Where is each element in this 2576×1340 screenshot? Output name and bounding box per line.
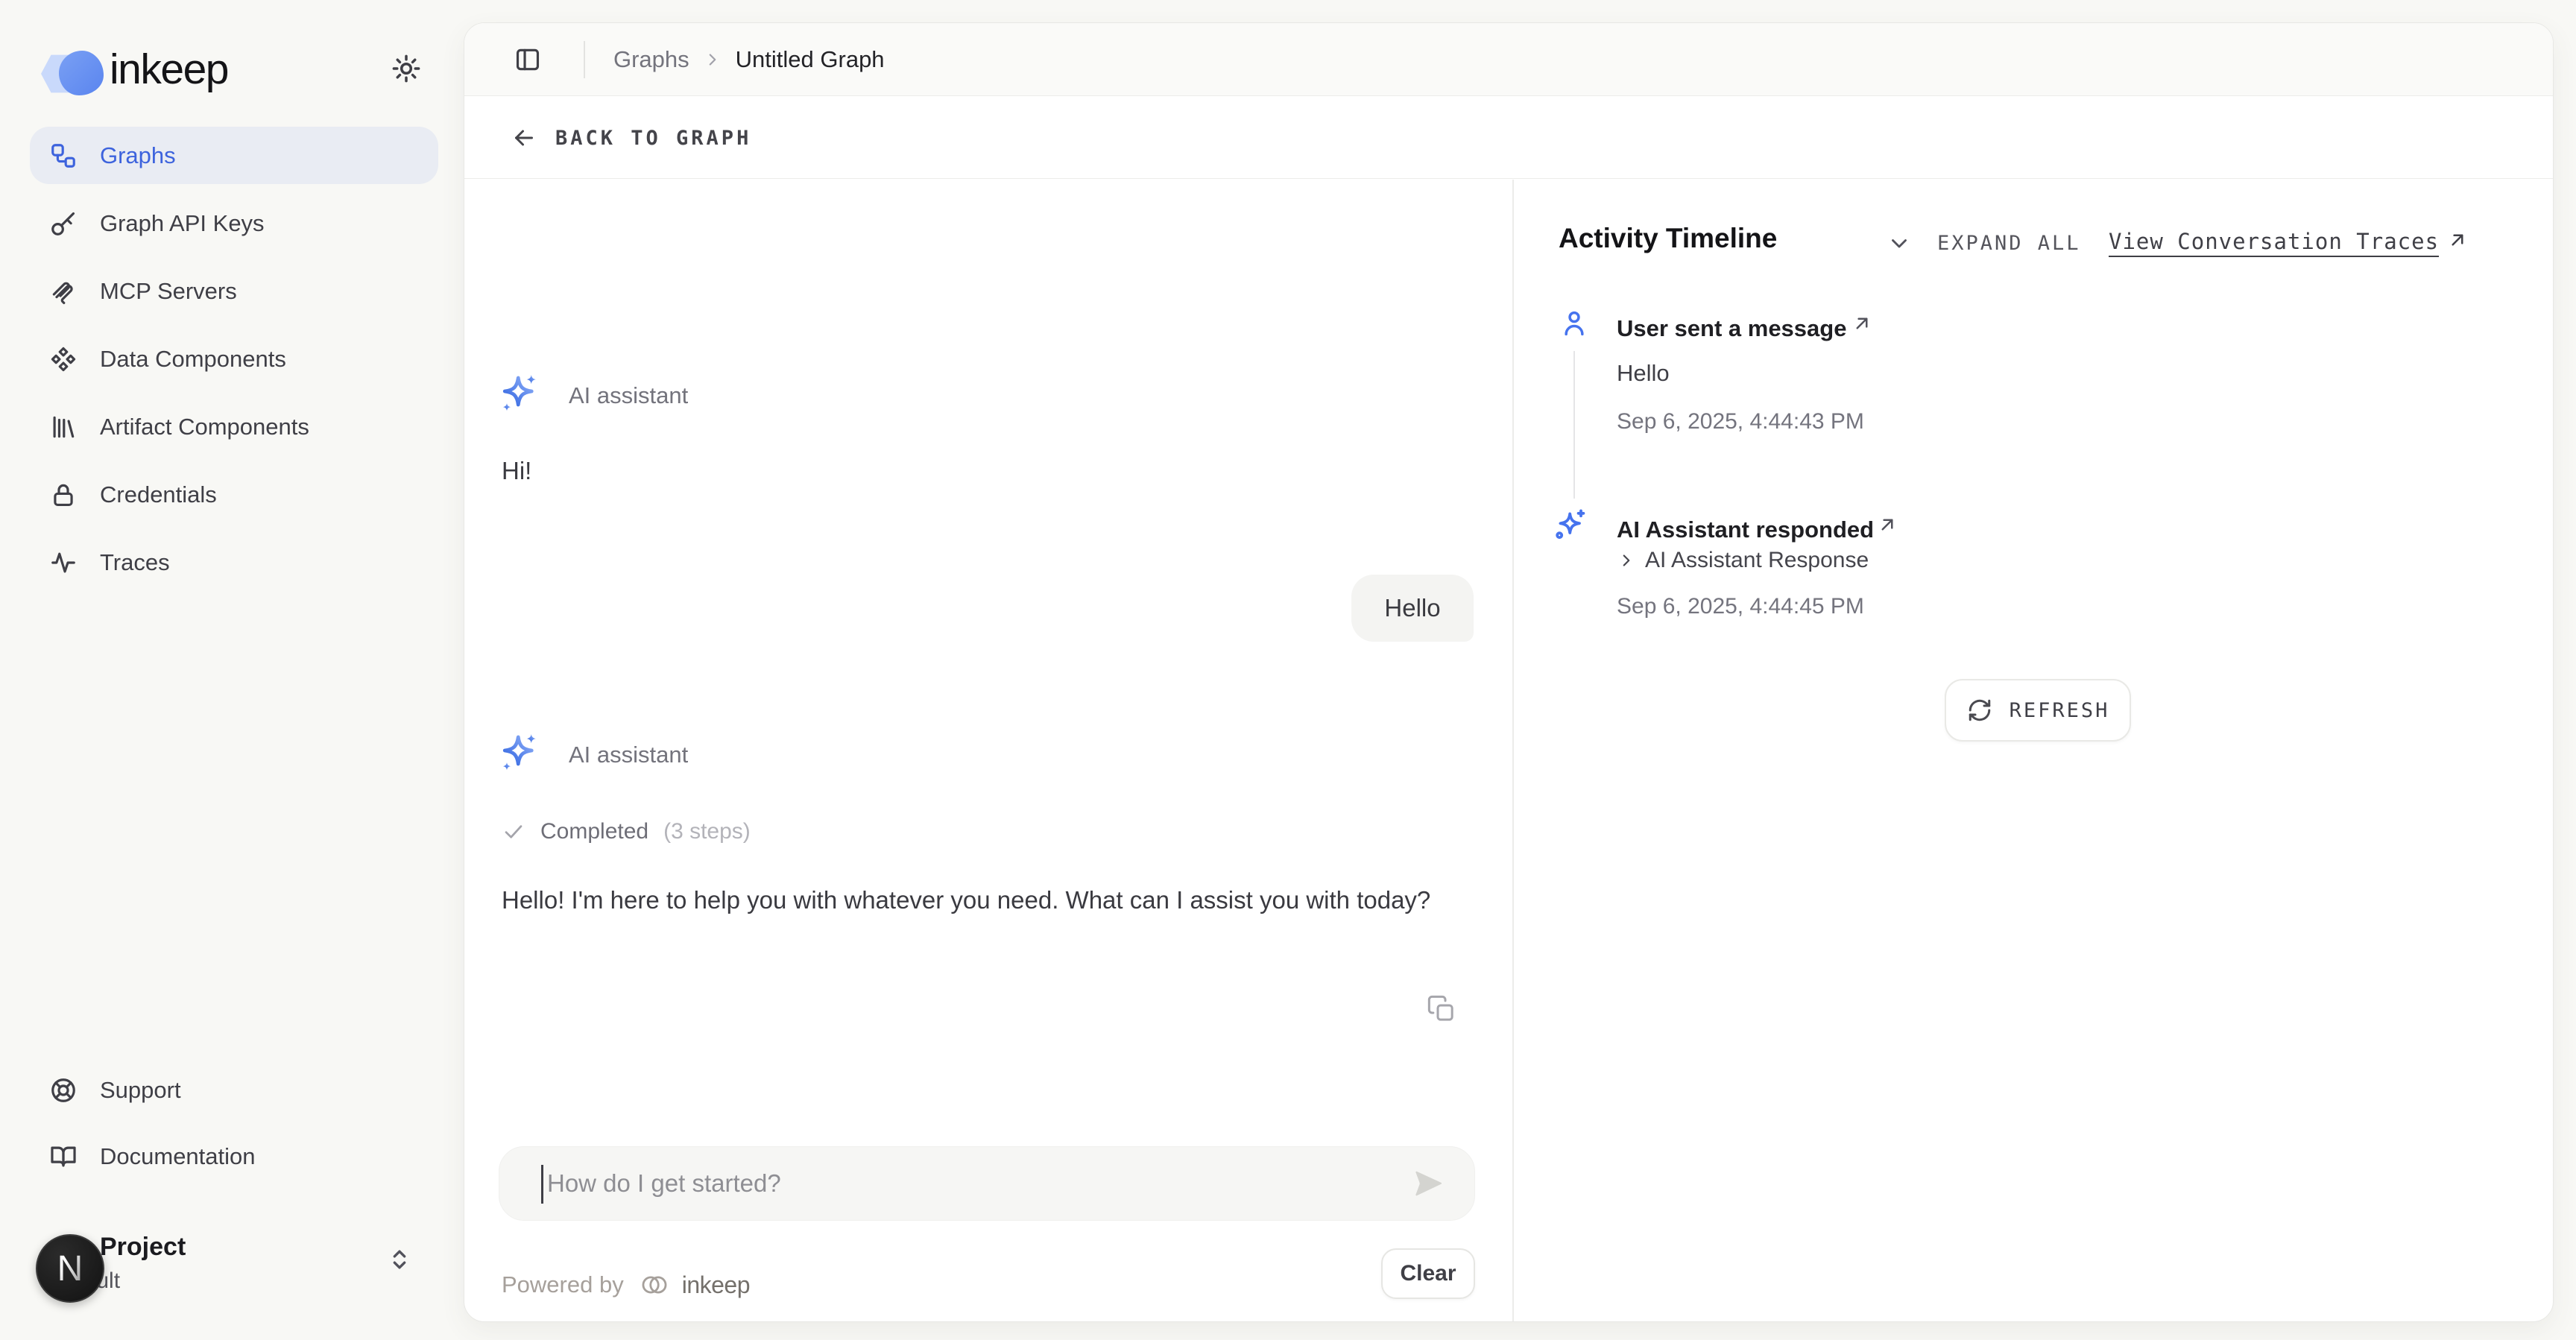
sidebar-item-label: Support: [100, 1077, 181, 1104]
clear-button[interactable]: Clear: [1381, 1248, 1475, 1299]
check-icon: [502, 820, 525, 844]
assistant-name-label: AI assistant: [569, 742, 688, 768]
logo-wordmark: inkeep: [110, 45, 228, 94]
expand-all-button[interactable]: EXPAND ALL: [1937, 232, 2081, 255]
completion-status[interactable]: Completed (3 steps): [502, 819, 751, 844]
view-traces-label: View Conversation Traces: [2109, 229, 2439, 254]
timeline-connector: [1573, 351, 1575, 499]
chat-message-input[interactable]: [547, 1147, 1389, 1220]
assistant-message-greeting: Hi!: [502, 457, 531, 485]
logo-blob: [59, 51, 104, 95]
inkeep-logo-icon[interactable]: [41, 51, 104, 97]
chevrons-up-down-icon: [385, 1245, 414, 1274]
refresh-button-label: REFRESH: [2010, 699, 2110, 722]
main-panel: Graphs Untitled Graph BACK TO GRAPH: [464, 22, 2554, 1322]
timeline-entry-timestamp: Sep 6, 2025, 4:44:43 PM: [1617, 409, 1864, 434]
sidebar-item-documentation[interactable]: Documentation: [30, 1128, 438, 1185]
sidebar-item-data-components[interactable]: Data Components: [30, 330, 438, 388]
user-icon: [1559, 308, 1590, 339]
arrow-up-right-icon[interactable]: [1851, 312, 1873, 335]
assistant-message-response: Hello! I'm here to help you with whateve…: [502, 880, 1471, 920]
assistant-sparkles-icon: [497, 372, 542, 417]
sidebar-item-traces[interactable]: Traces: [30, 534, 438, 591]
send-button[interactable]: [1410, 1166, 1446, 1202]
sun-icon: [391, 53, 422, 84]
book-open-icon: [49, 1143, 78, 1171]
inkeep-mark-icon: [639, 1269, 670, 1301]
sidebar-nav: Graphs Graph API Keys MCP Servers: [30, 127, 438, 601]
arrow-up-right-icon[interactable]: [1876, 513, 1898, 536]
timeline-entry-title[interactable]: AI Assistant responded: [1617, 516, 1874, 543]
powered-by-label: Powered by: [502, 1271, 624, 1298]
sidebar-item-label: Documentation: [100, 1143, 256, 1170]
view-conversation-traces-link[interactable]: View Conversation Traces: [2109, 229, 2469, 254]
assistant-sparkles-icon: [497, 731, 542, 776]
sidebar-item-mcp-servers[interactable]: MCP Servers: [30, 262, 438, 320]
assistant-name-label: AI assistant: [569, 382, 688, 409]
library-icon: [49, 413, 78, 441]
chevron-down-icon[interactable]: [1887, 230, 1912, 256]
sidebar-item-label: Graphs: [100, 142, 176, 169]
expander-label: AI Assistant Response: [1645, 548, 1869, 573]
sidebar-item-label: MCP Servers: [100, 278, 237, 305]
timeline-title: Activity Timeline: [1559, 223, 1777, 254]
status-steps: (3 steps): [663, 819, 751, 844]
copy-button[interactable]: [1424, 992, 1459, 1026]
sidebar-item-graph-api-keys[interactable]: Graph API Keys: [30, 195, 438, 252]
sidebar-item-label: Artifact Components: [100, 414, 309, 440]
lock-icon: [49, 481, 78, 509]
sidebar-item-graphs[interactable]: Graphs: [30, 127, 438, 184]
user-message-bubble: Hello: [1351, 575, 1474, 642]
chat-preview: AI assistant Hi! Hello AI assistant: [464, 23, 1512, 1322]
key-icon: [49, 209, 78, 238]
powered-by-link[interactable]: Powered by inkeep: [502, 1269, 750, 1301]
workflow-icon: [49, 142, 78, 170]
text-cursor: [541, 1165, 543, 1204]
user-message-text: Hello: [1384, 594, 1440, 622]
timeline-entry-title[interactable]: User sent a message: [1617, 315, 1846, 342]
sidebar-item-label: Data Components: [100, 346, 286, 373]
component-icon: [49, 345, 78, 373]
refresh-button[interactable]: REFRESH: [1945, 679, 2131, 742]
sidebar: inkeep Graphs: [0, 0, 464, 1340]
sidebar-item-label: Graph API Keys: [100, 210, 265, 237]
project-avatar: N: [36, 1234, 104, 1303]
powered-by-brand: inkeep: [682, 1271, 750, 1299]
activity-icon: [49, 549, 78, 577]
project-selector[interactable]: Default Project N: [22, 1222, 440, 1319]
sidebar-item-artifact-components[interactable]: Artifact Components: [30, 398, 438, 455]
status-label: Completed: [540, 819, 648, 844]
chevron-right-icon: [1617, 551, 1636, 570]
clear-button-label: Clear: [1400, 1261, 1456, 1286]
copy-icon: [1427, 994, 1456, 1024]
assistant-response-expander[interactable]: AI Assistant Response: [1617, 548, 1869, 573]
arrow-up-right-icon: [2446, 229, 2469, 251]
activity-timeline-panel: Activity Timeline EXPAND ALL View Conver…: [1514, 23, 2554, 1322]
project-title: Project: [100, 1233, 186, 1262]
avatar-letter: N: [57, 1248, 83, 1289]
timeline-entry-body: Hello: [1617, 360, 1670, 387]
send-icon: [1411, 1167, 1445, 1201]
sidebar-item-credentials[interactable]: Credentials: [30, 466, 438, 523]
sidebar-item-label: Credentials: [100, 481, 217, 508]
sidebar-item-support[interactable]: Support: [30, 1061, 438, 1119]
mcp-icon: [49, 277, 78, 306]
timeline-entry-timestamp: Sep 6, 2025, 4:44:45 PM: [1617, 594, 1864, 619]
theme-toggle-button[interactable]: [382, 45, 430, 92]
chat-input-container: [499, 1146, 1475, 1221]
sidebar-item-label: Traces: [100, 549, 170, 576]
life-buoy-icon: [49, 1076, 78, 1104]
refresh-icon: [1966, 697, 1993, 724]
sparkles-icon: [1553, 508, 1588, 543]
